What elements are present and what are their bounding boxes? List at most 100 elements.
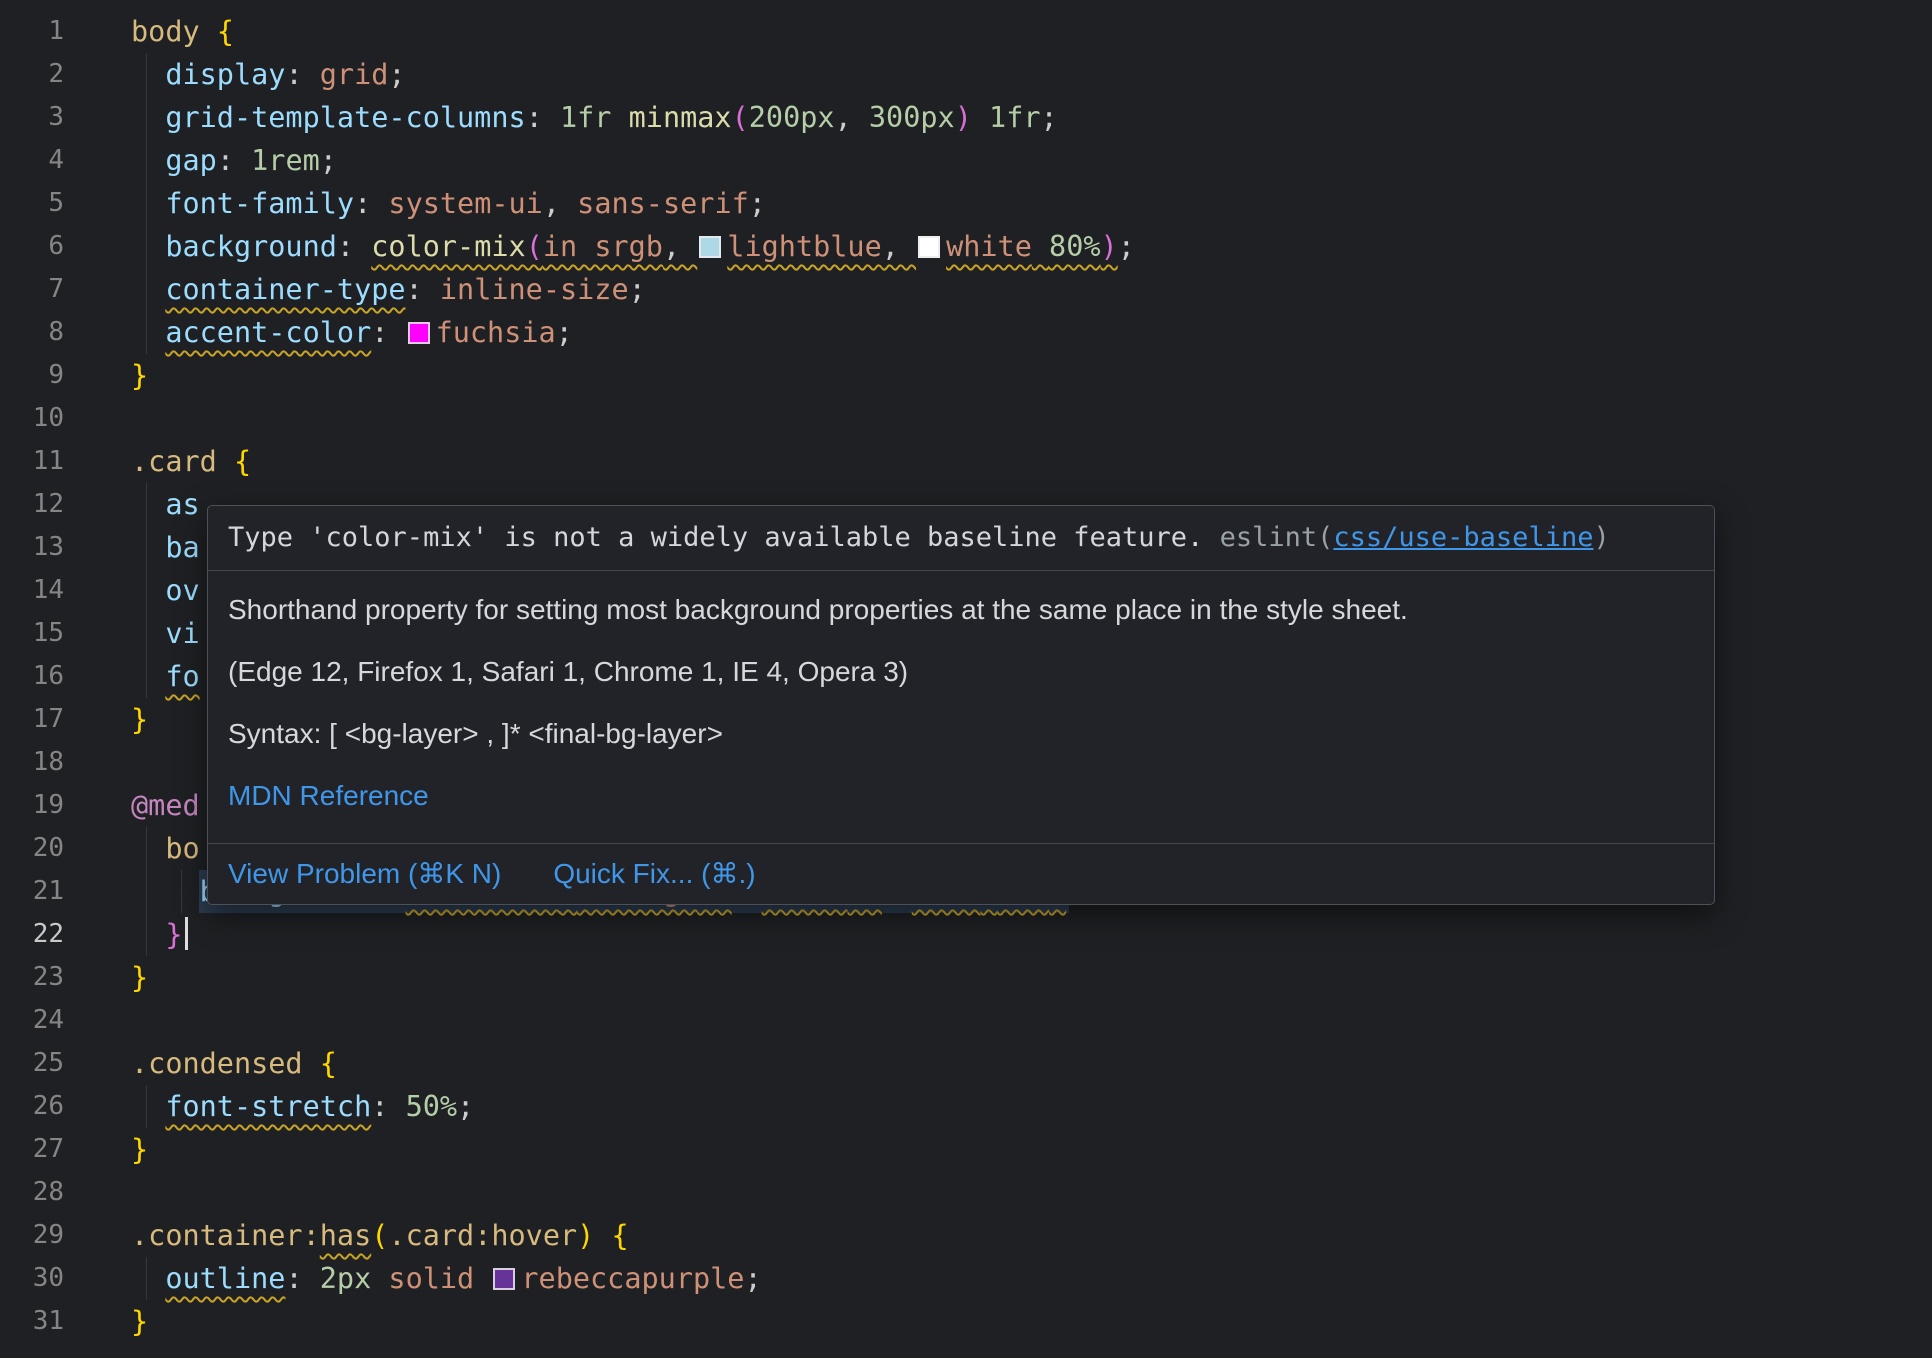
line-number[interactable]: 23 xyxy=(0,956,64,999)
code-line-content[interactable]: accent-color: fuchsia; xyxy=(131,311,573,354)
code-token: outline xyxy=(165,1262,285,1295)
quick-fix-link[interactable]: Quick Fix... (⌘.) xyxy=(553,857,755,891)
line-number[interactable]: 21 xyxy=(0,870,64,913)
code-line-content[interactable]: ov xyxy=(131,569,200,612)
code-line-content[interactable]: ba xyxy=(131,526,200,569)
code-line-content[interactable]: font-stretch: 50%; xyxy=(131,1085,474,1128)
line-number[interactable]: 6 xyxy=(0,225,64,268)
code-line-content[interactable]: body { xyxy=(131,10,234,53)
line-number[interactable]: 7 xyxy=(0,268,64,311)
code-token xyxy=(972,101,989,134)
line-number[interactable]: 4 xyxy=(0,139,64,182)
code-line-content[interactable]: container-type: inline-size; xyxy=(131,268,646,311)
code-line-content[interactable]: font-family: system-ui, sans-serif; xyxy=(131,182,766,225)
code-line-content[interactable]: } xyxy=(131,1300,148,1343)
line-number[interactable]: 17 xyxy=(0,698,64,741)
code-line-content[interactable]: background: color-mix(in srgb, lightblue… xyxy=(131,225,1135,268)
code-token: ; xyxy=(629,273,646,306)
code-token: } xyxy=(131,703,148,736)
line-number[interactable]: 13 xyxy=(0,526,64,569)
line-number[interactable]: 25 xyxy=(0,1042,64,1085)
line-number[interactable]: 30 xyxy=(0,1257,64,1300)
line-number[interactable]: 15 xyxy=(0,612,64,655)
code-line: 24 xyxy=(0,999,1932,1042)
code-token: 2px xyxy=(320,1262,371,1295)
code-line-content[interactable]: gap: 1rem; xyxy=(131,139,337,182)
docs-browser-support: (Edge 12, Firefox 1, Safari 1, Chrome 1,… xyxy=(228,655,1694,689)
view-problem-link[interactable]: View Problem (⌘K N) xyxy=(228,857,501,891)
line-number[interactable]: 28 xyxy=(0,1171,64,1214)
diagnostic-message: Type 'color-mix' is not a widely availab… xyxy=(228,522,1220,553)
line-number[interactable]: 20 xyxy=(0,827,64,870)
code-token: { xyxy=(234,445,251,478)
line-number[interactable]: 12 xyxy=(0,483,64,526)
code-line: 26 font-stretch: 50%; xyxy=(0,1085,1932,1128)
line-number[interactable]: 29 xyxy=(0,1214,64,1257)
code-editor: 1body {2 display: grid;3 grid-template-c… xyxy=(0,0,1932,1358)
diagnostic-source-suffix: ) xyxy=(1593,522,1609,553)
line-number[interactable]: 1 xyxy=(0,10,64,53)
code-line-content[interactable]: grid-template-columns: 1fr minmax(200px,… xyxy=(131,96,1058,139)
code-line-content[interactable]: @med xyxy=(131,784,200,827)
code-line-content[interactable]: outline: 2px solid rebeccapurple; xyxy=(131,1257,762,1300)
code-line-content[interactable]: .condensed { xyxy=(131,1042,337,1085)
line-number[interactable]: 19 xyxy=(0,784,64,827)
code-line-content[interactable]: } xyxy=(131,354,148,397)
code-token xyxy=(131,101,165,134)
code-token: 1fr xyxy=(560,101,611,134)
code-line-content[interactable]: } xyxy=(131,1128,148,1171)
line-number[interactable]: 18 xyxy=(0,741,64,784)
line-number[interactable]: 2 xyxy=(0,53,64,96)
code-token: ) xyxy=(955,101,972,134)
code-token: ) xyxy=(1101,230,1118,263)
line-number[interactable]: 9 xyxy=(0,354,64,397)
code-line: 29 .container:has(.card:hover) { xyxy=(0,1214,1932,1257)
hover-tooltip: Type 'color-mix' is not a widely availab… xyxy=(207,505,1715,905)
code-token: minmax xyxy=(629,101,732,134)
line-number[interactable]: 31 xyxy=(0,1300,64,1343)
code-token xyxy=(131,617,165,650)
code-token: ; xyxy=(320,144,337,177)
code-token: , xyxy=(543,187,577,220)
code-line-content[interactable]: as xyxy=(131,483,200,526)
line-number[interactable]: 11 xyxy=(0,440,64,483)
code-token: font-family xyxy=(165,187,354,220)
code-token: inline-size xyxy=(440,273,629,306)
line-number[interactable]: 27 xyxy=(0,1128,64,1171)
line-number[interactable]: 10 xyxy=(0,397,64,440)
line-number[interactable]: 16 xyxy=(0,655,64,698)
code-token xyxy=(131,273,165,306)
color-swatch[interactable] xyxy=(493,1268,515,1290)
code-line: 7 container-type: inline-size; xyxy=(0,268,1932,311)
code-line: 23} xyxy=(0,956,1932,999)
color-swatch[interactable] xyxy=(408,322,430,344)
line-number[interactable]: 26 xyxy=(0,1085,64,1128)
code-line-content[interactable]: } xyxy=(131,956,148,999)
code-line-content[interactable]: bo xyxy=(131,827,200,870)
code-token: , xyxy=(835,101,869,134)
code-line-content[interactable]: vi xyxy=(131,612,200,655)
line-number[interactable]: 3 xyxy=(0,96,64,139)
line-number[interactable]: 22 xyxy=(0,913,64,956)
code-line-content[interactable]: .card { xyxy=(131,440,251,483)
line-number[interactable]: 14 xyxy=(0,569,64,612)
code-line-content[interactable]: } xyxy=(131,913,188,956)
line-number[interactable]: 24 xyxy=(0,999,64,1042)
code-line-content[interactable]: display: grid; xyxy=(131,53,406,96)
code-line: 2 display: grid; xyxy=(0,53,1932,96)
code-token xyxy=(131,488,165,521)
use-baseline-rule-link[interactable]: css/use-baseline xyxy=(1333,522,1593,553)
code-token: } xyxy=(131,1133,148,1166)
code-line-content[interactable]: .container:has(.card:hover) { xyxy=(131,1214,629,1257)
code-line-content[interactable]: fo xyxy=(131,655,200,698)
code-line-content[interactable]: } xyxy=(131,698,148,741)
code-token: 1fr xyxy=(989,101,1040,134)
color-swatch[interactable] xyxy=(699,236,721,258)
line-number[interactable]: 5 xyxy=(0,182,64,225)
code-token: } xyxy=(131,359,148,392)
color-swatch[interactable] xyxy=(918,236,940,258)
mdn-reference-link[interactable]: MDN Reference xyxy=(228,780,429,811)
code-token: .container: xyxy=(131,1219,320,1252)
line-number[interactable]: 8 xyxy=(0,311,64,354)
code-token xyxy=(131,832,165,865)
